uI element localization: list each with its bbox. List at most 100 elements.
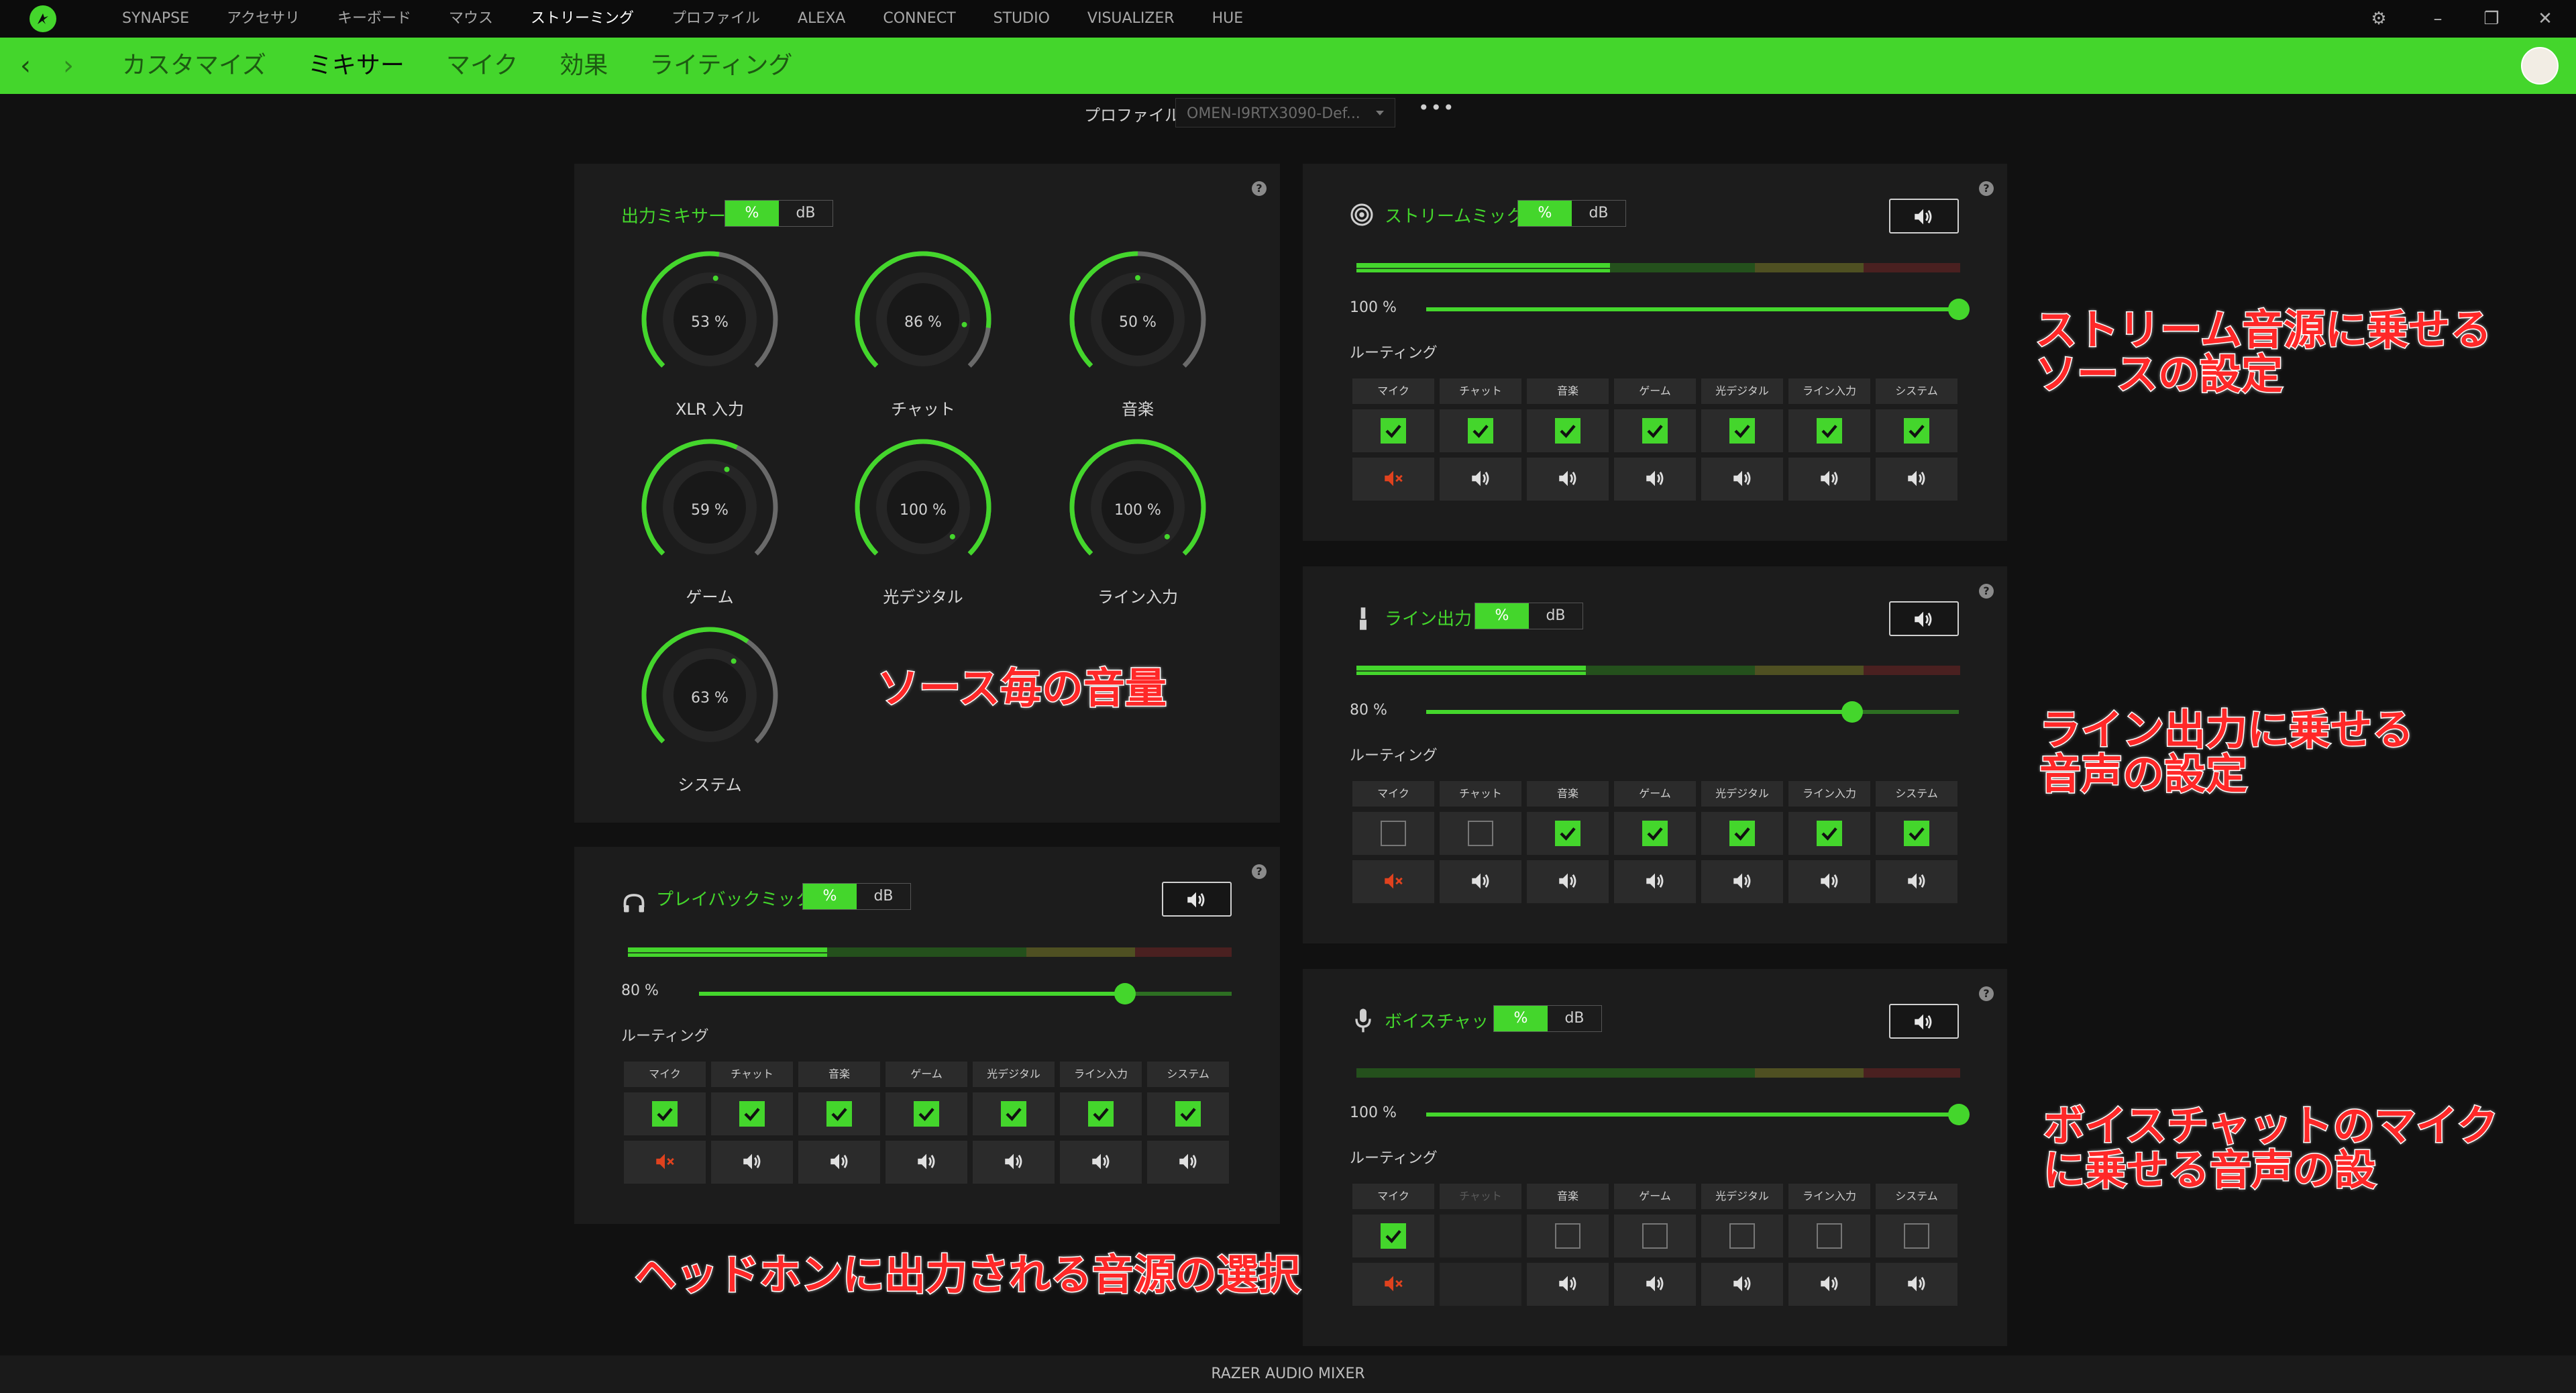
speaker-icon[interactable]: [828, 1150, 851, 1176]
percent-option[interactable]: %: [1518, 201, 1572, 226]
speaker-icon[interactable]: [1469, 467, 1492, 493]
routing-cell[interactable]: [1876, 409, 1957, 452]
routing-mute-cell[interactable]: [624, 1141, 706, 1184]
volume-knob[interactable]: 86 % チャット: [849, 251, 997, 419]
percent-option[interactable]: %: [725, 201, 779, 226]
routing-checkbox[interactable]: [1468, 821, 1493, 846]
unit-toggle[interactable]: % dB: [1474, 603, 1583, 629]
routing-mute-cell[interactable]: [1352, 1263, 1434, 1306]
mix-mute-button[interactable]: [1889, 199, 1959, 234]
volume-slider[interactable]: [699, 983, 1232, 1004]
help-icon[interactable]: ?: [1252, 864, 1267, 879]
routing-checkbox[interactable]: [914, 1101, 939, 1127]
topnav-item-1[interactable]: アクセサリ: [212, 0, 315, 38]
topnav-item-0[interactable]: SYNAPSE: [107, 0, 204, 38]
routing-mute-cell[interactable]: [1788, 1263, 1870, 1306]
speaker-icon[interactable]: [1818, 1272, 1841, 1298]
close-button[interactable]: ✕: [2525, 0, 2565, 38]
db-option[interactable]: dB: [1548, 1006, 1601, 1031]
routing-checkbox[interactable]: [1468, 418, 1493, 444]
speaker-icon[interactable]: [741, 1150, 763, 1176]
unit-toggle[interactable]: % dB: [1517, 200, 1626, 227]
routing-checkbox[interactable]: [1555, 1223, 1580, 1249]
routing-cell[interactable]: [1614, 1215, 1696, 1257]
routing-mute-cell[interactable]: [1147, 1141, 1229, 1184]
routing-mute-cell[interactable]: [1440, 860, 1521, 903]
speaker-icon[interactable]: [1818, 870, 1841, 895]
routing-mute-cell[interactable]: [1527, 1263, 1609, 1306]
routing-checkbox[interactable]: [739, 1101, 765, 1127]
razer-logo-icon[interactable]: [30, 5, 56, 32]
topnav-item-5[interactable]: プロファイル: [657, 0, 775, 38]
routing-cell[interactable]: [885, 1092, 967, 1135]
routing-checkbox[interactable]: [1555, 418, 1580, 444]
routing-cell[interactable]: [1440, 409, 1521, 452]
routing-cell[interactable]: [973, 1092, 1055, 1135]
volume-knob[interactable]: 100 % ライン入力: [1064, 439, 1212, 607]
volume-knob[interactable]: 50 % 音楽: [1064, 251, 1212, 419]
speaker-icon[interactable]: [1644, 870, 1666, 895]
routing-mute-cell[interactable]: [1788, 860, 1870, 903]
routing-mute-cell[interactable]: [1614, 860, 1696, 903]
slider-handle[interactable]: [1948, 1104, 1970, 1125]
speaker-muted-icon[interactable]: [653, 1150, 676, 1176]
routing-checkbox[interactable]: [1817, 1223, 1842, 1249]
db-option[interactable]: dB: [1529, 603, 1582, 629]
volume-slider[interactable]: [1426, 299, 1970, 320]
routing-mute-cell[interactable]: [1527, 860, 1609, 903]
routing-cell[interactable]: [1876, 1215, 1957, 1257]
routing-checkbox[interactable]: [1642, 418, 1668, 444]
routing-checkbox[interactable]: [1555, 821, 1580, 846]
routing-mute-cell[interactable]: [1352, 458, 1434, 501]
speaker-icon[interactable]: [1731, 1272, 1754, 1298]
routing-cell[interactable]: [1527, 1215, 1609, 1257]
routing-mute-cell[interactable]: [885, 1141, 967, 1184]
speaker-icon[interactable]: [1905, 870, 1928, 895]
settings-gear-icon[interactable]: ⚙: [2359, 0, 2399, 38]
routing-cell[interactable]: [1788, 1215, 1870, 1257]
routing-checkbox[interactable]: [1729, 1223, 1755, 1249]
topnav-item-7[interactable]: CONNECT: [868, 0, 970, 38]
routing-checkbox[interactable]: [1904, 821, 1929, 846]
forward-arrow-icon[interactable]: ›: [56, 51, 80, 81]
routing-cell[interactable]: [1060, 1092, 1142, 1135]
routing-mute-cell[interactable]: [1876, 458, 1957, 501]
routing-checkbox[interactable]: [1381, 821, 1406, 846]
routing-mute-cell[interactable]: [1440, 458, 1521, 501]
routing-checkbox[interactable]: [826, 1101, 852, 1127]
routing-mute-cell[interactable]: [1614, 458, 1696, 501]
routing-cell[interactable]: [1701, 812, 1783, 855]
speaker-icon[interactable]: [1556, 467, 1579, 493]
volume-knob[interactable]: 100 % 光デジタル: [849, 439, 997, 607]
routing-mute-cell[interactable]: [1527, 458, 1609, 501]
unit-toggle[interactable]: % dB: [802, 883, 911, 910]
speaker-icon[interactable]: [1731, 467, 1754, 493]
routing-checkbox[interactable]: [1642, 821, 1668, 846]
minimize-button[interactable]: –: [2418, 0, 2458, 38]
unit-toggle[interactable]: % dB: [724, 200, 833, 227]
routing-cell[interactable]: [1352, 1215, 1434, 1257]
routing-checkbox[interactable]: [1175, 1101, 1201, 1127]
topnav-item-4[interactable]: ストリーミング: [516, 0, 649, 38]
mix-mute-button[interactable]: [1889, 1004, 1959, 1039]
db-option[interactable]: dB: [857, 884, 910, 909]
routing-mute-cell[interactable]: [1788, 458, 1870, 501]
routing-checkbox[interactable]: [1001, 1101, 1026, 1127]
back-arrow-icon[interactable]: ‹: [13, 51, 38, 81]
volume-slider[interactable]: [1426, 1104, 1970, 1125]
topnav-item-10[interactable]: HUE: [1197, 0, 1258, 38]
routing-checkbox[interactable]: [1381, 1223, 1406, 1249]
routing-cell[interactable]: [1788, 812, 1870, 855]
topnav-item-3[interactable]: マウス: [434, 0, 508, 38]
subtab-0[interactable]: カスタマイズ: [106, 38, 282, 94]
routing-mute-cell[interactable]: [973, 1141, 1055, 1184]
percent-option[interactable]: %: [1494, 1006, 1548, 1031]
routing-checkbox[interactable]: [1088, 1101, 1114, 1127]
help-icon[interactable]: ?: [1979, 584, 1994, 599]
routing-cell[interactable]: [1527, 812, 1609, 855]
speaker-muted-icon[interactable]: [1382, 467, 1405, 493]
routing-checkbox[interactable]: [1904, 418, 1929, 444]
subtab-1[interactable]: ミキサー: [292, 38, 421, 94]
help-icon[interactable]: ?: [1252, 181, 1267, 196]
routing-checkbox[interactable]: [1729, 821, 1755, 846]
